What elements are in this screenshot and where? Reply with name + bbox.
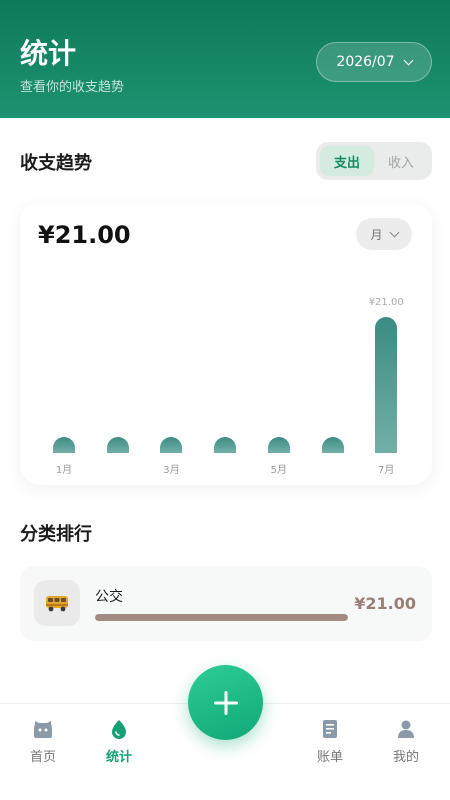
ranking-section-title: 分类排行 [20,524,92,545]
toggle-expense[interactable]: 支出 [320,146,374,176]
tab-bills[interactable]: 账单 [300,718,360,765]
month-selector-label: 2026/07 [336,54,395,70]
stats-drop-icon [112,720,126,739]
month-selector-button[interactable]: 2026/07 [316,42,432,82]
chart-bar-3月 [160,437,183,453]
trend-section-title: 收支趋势 [20,153,92,174]
tab-stats-label: 统计 [105,750,132,765]
header: 统计 查看你的收支趋势 2026/07 [0,0,450,118]
tab-home-label: 首页 [29,750,56,765]
chart-x-tick-label: 7月 [378,465,395,476]
plus-icon [213,690,238,715]
period-selector-button[interactable]: 月 [356,218,412,250]
expense-income-toggle[interactable]: 支出 收入 [316,142,432,180]
tab-stats[interactable]: 统计 [89,718,149,765]
page-title: 统计 [20,37,77,70]
chevron-down-icon [389,227,399,237]
page-subtitle: 查看你的收支趋势 [20,80,125,95]
category-icon-container [34,580,80,626]
chart-x-tick-label: 1月 [55,465,73,476]
tab-profile-label: 我的 [392,750,419,765]
period-selector-label: 月 [370,227,383,242]
category-progress-track [95,614,348,621]
tab-home[interactable]: 首页 [13,718,73,765]
bill-icon [323,720,337,738]
chart-bar-1月 [53,437,75,453]
chart-bar-2月 [106,437,129,453]
add-record-button[interactable] [188,665,263,740]
tab-bills-label: 账单 [316,750,343,765]
home-icon [34,721,52,738]
chart-bar-4月 [214,437,237,453]
profile-icon [398,720,414,738]
category-name: 公交 [95,589,123,605]
chart-x-tick-label: 5月 [270,465,287,476]
category-amount: ¥21.00 [354,594,416,613]
chart-bar-6月 [321,437,344,453]
tab-profile[interactable]: 我的 [376,718,436,765]
chart-data-label: ¥21.00 [368,297,404,308]
chart-bar-5月 [267,437,290,453]
toggle-income[interactable]: 收入 [374,146,428,176]
category-progress-fill [95,614,348,621]
chart-total-amount: ¥21.00 [38,221,131,249]
chart-x-tick-label: 3月 [163,465,180,476]
bus-icon [46,596,68,612]
chevron-down-icon [403,55,414,65]
chart-bar-7月 [375,317,398,453]
category-rank-item[interactable]: 公交 ¥21.00 [20,566,432,641]
trend-chart-card: ¥21.00 月 1月 3月 5月 ¥21.00 7月 [20,203,432,485]
